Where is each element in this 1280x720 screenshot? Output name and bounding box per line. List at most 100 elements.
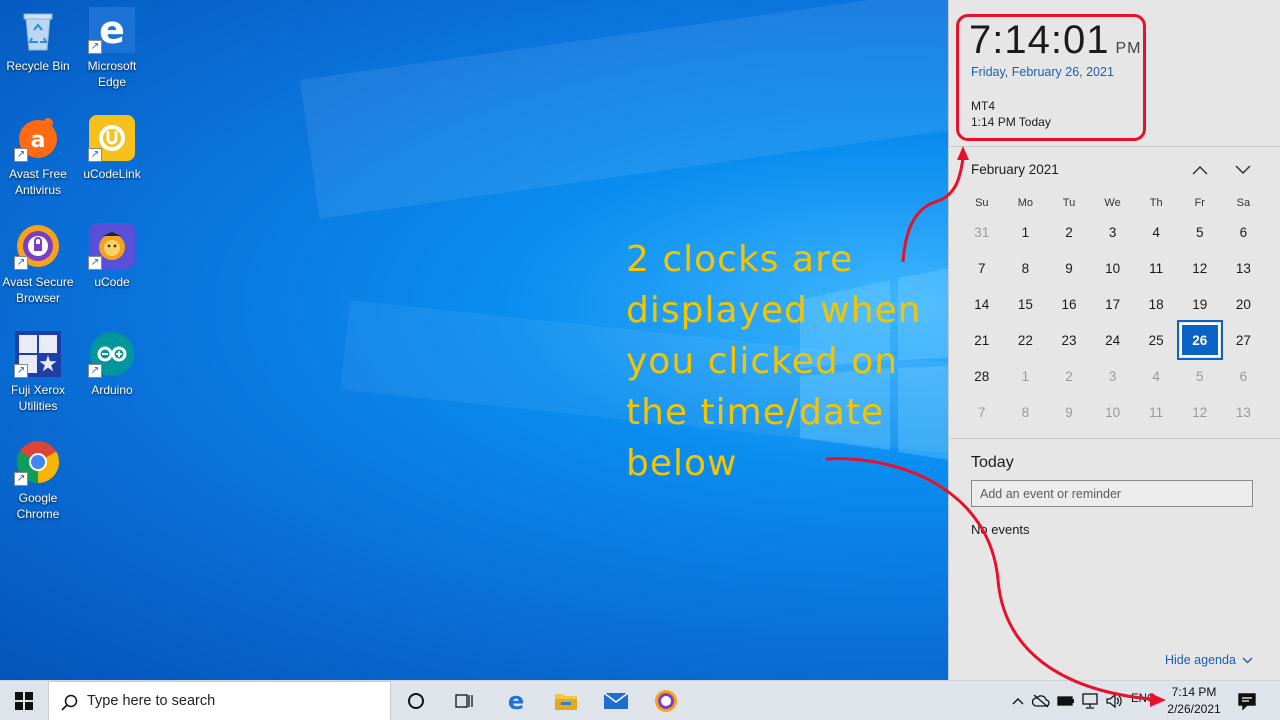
taskbar-clock-date[interactable]: 2/26/2021 [1164, 701, 1224, 717]
calendar-day-number: 15 [1017, 296, 1033, 312]
cloud-sync-tray-button[interactable] [1030, 681, 1052, 720]
volume-tray-button[interactable] [1103, 681, 1125, 720]
calendar-day[interactable]: 3 [1091, 214, 1135, 250]
previous-month-button[interactable] [1188, 158, 1212, 182]
action-center-button[interactable] [1230, 681, 1264, 720]
calendar-day[interactable]: 10 [1091, 250, 1135, 286]
calendar-day[interactable]: 12 [1178, 250, 1222, 286]
calendar-day[interactable]: 10 [1091, 394, 1135, 430]
calendar-day-number: 24 [1105, 332, 1121, 348]
calendar-day-number: 4 [1152, 224, 1160, 240]
calendar-day[interactable]: 12 [1178, 394, 1222, 430]
taskbar-search-box[interactable]: Type here to search [48, 681, 391, 720]
desktop-icon-fuji-xerox-utilities[interactable]: ↗ Fuji Xerox Utilities [0, 330, 76, 414]
day-of-week-label: Mo [1017, 197, 1034, 209]
calendar-day[interactable]: 23 [1047, 322, 1091, 358]
month-title[interactable]: February 2021 [971, 162, 1059, 177]
calendar-day[interactable]: 20 [1222, 286, 1266, 322]
calendar-day[interactable]: 1 [1004, 214, 1048, 250]
calendar-day[interactable]: 6 [1222, 358, 1266, 394]
file-explorer-button[interactable] [544, 681, 588, 720]
cortana-button[interactable] [396, 681, 436, 720]
calendar-day[interactable]: 22 [1004, 322, 1048, 358]
calendar-day[interactable]: 27 [1222, 322, 1266, 358]
calendar-day-number: 31 [974, 224, 990, 240]
calendar-day[interactable]: 21 [960, 322, 1004, 358]
mail-button[interactable] [594, 681, 638, 720]
annotation-line: displayed when [626, 290, 922, 331]
calendar-day[interactable]: 16 [1047, 286, 1091, 322]
calendar-day[interactable]: 2 [1047, 214, 1091, 250]
calendar-day[interactable]: 24 [1091, 322, 1135, 358]
calendar-day[interactable]: 5 [1178, 214, 1222, 250]
calendar-day[interactable]: 8 [1004, 250, 1048, 286]
taskbar-edge-button[interactable]: e [494, 681, 538, 720]
annotation-line: below [626, 443, 738, 484]
show-hidden-icons-button[interactable] [1008, 681, 1028, 720]
calendar-day-number: 1 [1021, 224, 1030, 240]
next-month-button[interactable] [1231, 158, 1255, 182]
calendar-day[interactable]: 14 [960, 286, 1004, 322]
battery-tray-button[interactable] [1055, 681, 1077, 720]
ucodelink-icon: ↗ [88, 114, 136, 162]
calendar-day-number: 3 [1108, 224, 1117, 240]
calendar-day-number: 9 [1065, 404, 1073, 420]
calendar-day[interactable]: 6 [1222, 214, 1266, 250]
calendar-day-number: 6 [1239, 224, 1248, 240]
calendar-day[interactable]: 11 [1134, 250, 1178, 286]
taskbar: Type here to search e ENG 7:14 PM 2/26/2… [0, 680, 1280, 720]
calendar-day-number: 3 [1108, 368, 1117, 384]
calendar-day[interactable]: 9 [1047, 394, 1091, 430]
calendar-day[interactable]: 15 [1004, 286, 1048, 322]
calendar-day[interactable]: 11 [1134, 394, 1178, 430]
desktop-icon-ucode[interactable]: ↗ uCode [74, 222, 150, 290]
calendar-day[interactable]: 17 [1091, 286, 1135, 322]
calendar-day[interactable]: 13 [1222, 250, 1266, 286]
calendar-day[interactable]: 4 [1134, 214, 1178, 250]
network-tray-button[interactable] [1079, 681, 1101, 720]
calendar-day-number: 8 [1021, 404, 1030, 420]
calendar-day-today[interactable]: 26 [1176, 320, 1223, 360]
desktop-icon-arduino[interactable]: ↗ Arduino [74, 330, 150, 398]
avast-browser-taskbar-button[interactable] [644, 681, 688, 720]
taskbar-clock-time[interactable]: 7:14 PM [1164, 684, 1224, 700]
calendar-day[interactable]: 1 [1004, 358, 1048, 394]
calendar-day[interactable]: 31 [960, 214, 1004, 250]
desktop-icon-avast-secure-browser[interactable]: ↗ Avast Secure Browser [0, 222, 76, 306]
hide-agenda-button[interactable]: Hide agenda [1165, 653, 1253, 667]
input-language-indicator[interactable]: ENG [1131, 693, 1156, 705]
calendar-day[interactable]: 25 [1134, 322, 1178, 358]
search-placeholder: Type here to search [87, 693, 216, 709]
calendar-day[interactable]: 7 [960, 394, 1004, 430]
calendar-day[interactable]: 9 [1047, 250, 1091, 286]
desktop-icon-ucodelink[interactable]: ↗ uCodeLink [74, 114, 150, 182]
calendar-day[interactable]: 18 [1134, 286, 1178, 322]
calendar-weeks: 31 1 2 3 4 5 6 7 8 9 10 11 12 13 14 15 16 17 18 19 20 21 22 23 2… [960, 214, 1270, 430]
calendar-day[interactable]: 2 [1047, 358, 1091, 394]
calendar-day-number: 2 [1065, 224, 1073, 240]
desktop-icon-avast-free-antivirus[interactable]: a ↗ Avast Free Antivirus [0, 114, 76, 198]
calendar-day-number: 10 [1105, 404, 1121, 420]
desktop-icon-google-chrome[interactable]: ↗ Google Chrome [0, 438, 76, 522]
desktop-icon-microsoft-edge[interactable]: e ↗ Microsoft Edge [74, 6, 150, 90]
folder-icon [555, 694, 577, 710]
calendar-day[interactable]: 13 [1222, 394, 1266, 430]
calendar-day[interactable]: 4 [1134, 358, 1178, 394]
chevron-up-icon [1012, 698, 1024, 705]
calendar-day-number: 11 [1149, 260, 1164, 276]
hide-agenda-label: Hide agenda [1165, 653, 1236, 667]
shortcut-arrow-icon: ↗ [14, 472, 28, 486]
calendar-day[interactable]: 7 [960, 250, 1004, 286]
calendar-day[interactable]: 28 [960, 358, 1004, 394]
task-view-button[interactable] [444, 681, 484, 720]
calendar-day[interactable]: 19 [1178, 286, 1222, 322]
desktop-icon-recycle-bin[interactable]: Recycle Bin [0, 6, 76, 74]
calendar-day[interactable]: 8 [1004, 394, 1048, 430]
calendar-day[interactable]: 5 [1178, 358, 1222, 394]
calendar-week-row: 7 8 9 10 11 12 13 [960, 394, 1270, 430]
start-button[interactable] [0, 681, 48, 720]
chevron-down-icon [1242, 657, 1253, 663]
add-event-input[interactable] [971, 480, 1253, 507]
calendar-day[interactable]: 3 [1091, 358, 1135, 394]
calendar-day-number: 11 [1149, 404, 1164, 420]
